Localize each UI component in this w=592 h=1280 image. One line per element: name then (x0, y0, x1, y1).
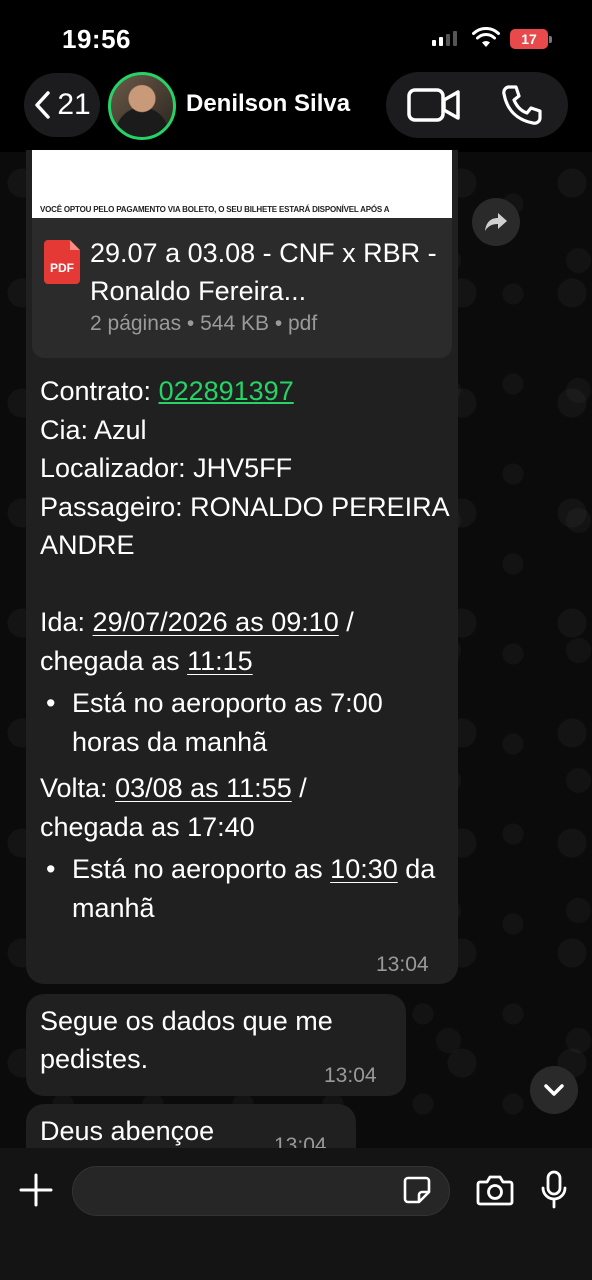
wifi-icon (472, 27, 500, 47)
ida-date-link[interactable]: 29/07/2026 as 09:10 (93, 607, 339, 637)
contrato-link[interactable]: 022891397 (159, 376, 294, 406)
ida-arrival-link[interactable]: 11:15 (187, 646, 253, 676)
volta-bullet: Está no aeroporto as 10:30 da manhã (40, 850, 450, 927)
message-input[interactable] (72, 1166, 450, 1216)
microphone-icon[interactable] (540, 1170, 568, 1210)
camera-icon[interactable] (476, 1174, 514, 1206)
chevron-down-icon (544, 1084, 564, 1096)
ida-arrival-line: chegada as 11:15 (40, 645, 253, 676)
message-bubble[interactable]: Segue os dados que me pedistes. 13:04 (26, 994, 406, 1096)
status-bar: 19:56 17 (0, 0, 592, 70)
localizador-line: Localizador: JHV5FF (40, 453, 293, 483)
document-preview-text: VOCÊ OPTOU PELO PAGAMENTO VIA BOLETO, O … (40, 205, 390, 214)
contact-name[interactable]: Denilson Silva (186, 90, 350, 118)
document-title: 29.07 a 03.08 - CNF x RBR - Ronaldo Fere… (90, 238, 437, 306)
message-text: Deus abençoe (40, 1116, 215, 1146)
sticker-icon[interactable] (402, 1175, 432, 1205)
battery-indicator: 17 (510, 29, 552, 49)
volta-date-link[interactable]: 03/08 as 11:55 (115, 773, 292, 803)
back-button[interactable]: 21 (24, 73, 100, 137)
volta-bullet-time-link[interactable]: 10:30 (330, 854, 398, 884)
scroll-to-bottom-button[interactable] (530, 1066, 578, 1114)
message-time: 13:04 (324, 1064, 377, 1087)
message-composer (0, 1148, 592, 1280)
message-time: 13:04 (376, 953, 429, 976)
forward-button[interactable] (472, 198, 520, 246)
signal-icon (432, 30, 457, 46)
message-text: Contrato: 022891397 Cia: Azul Localizado… (40, 372, 450, 927)
call-actions (386, 72, 568, 138)
ida-bullet: Está no aeroporto as 7:00 horas da manhã (40, 684, 450, 761)
contrato-line: Contrato: 022891397 (40, 376, 294, 406)
phone-call-icon[interactable] (500, 83, 544, 127)
back-chevron-icon (35, 91, 51, 119)
document-preview[interactable]: VOCÊ OPTOU PELO PAGAMENTO VIA BOLETO, O … (32, 150, 452, 218)
passageiro-line: Passageiro: RONALDO PEREIRA ANDRE (40, 491, 449, 561)
cia-line: Cia: Azul (40, 414, 147, 445)
document-meta: 2 páginas • 544 KB • pdf (90, 312, 318, 335)
document-card[interactable]: PDF 29.07 a 03.08 - CNF x RBR - Ronaldo … (32, 218, 452, 358)
volta-arrival-line: chegada as 17:40 (40, 811, 255, 842)
status-time: 19:56 (62, 24, 131, 54)
plus-icon[interactable] (18, 1172, 54, 1208)
pdf-file-icon: PDF (44, 240, 80, 284)
message-bubble-document[interactable]: VOCÊ OPTOU PELO PAGAMENTO VIA BOLETO, O … (26, 150, 458, 984)
ida-line: Ida: 29/07/2026 as 09:10 / (40, 607, 354, 637)
forward-icon (485, 213, 507, 231)
chat-header: 21 Denilson Silva (0, 70, 592, 152)
video-call-icon[interactable] (406, 85, 462, 125)
avatar[interactable] (108, 72, 176, 140)
volta-line: Volta: 03/08 as 11:55 / (40, 773, 307, 803)
unread-count: 21 (57, 88, 91, 121)
